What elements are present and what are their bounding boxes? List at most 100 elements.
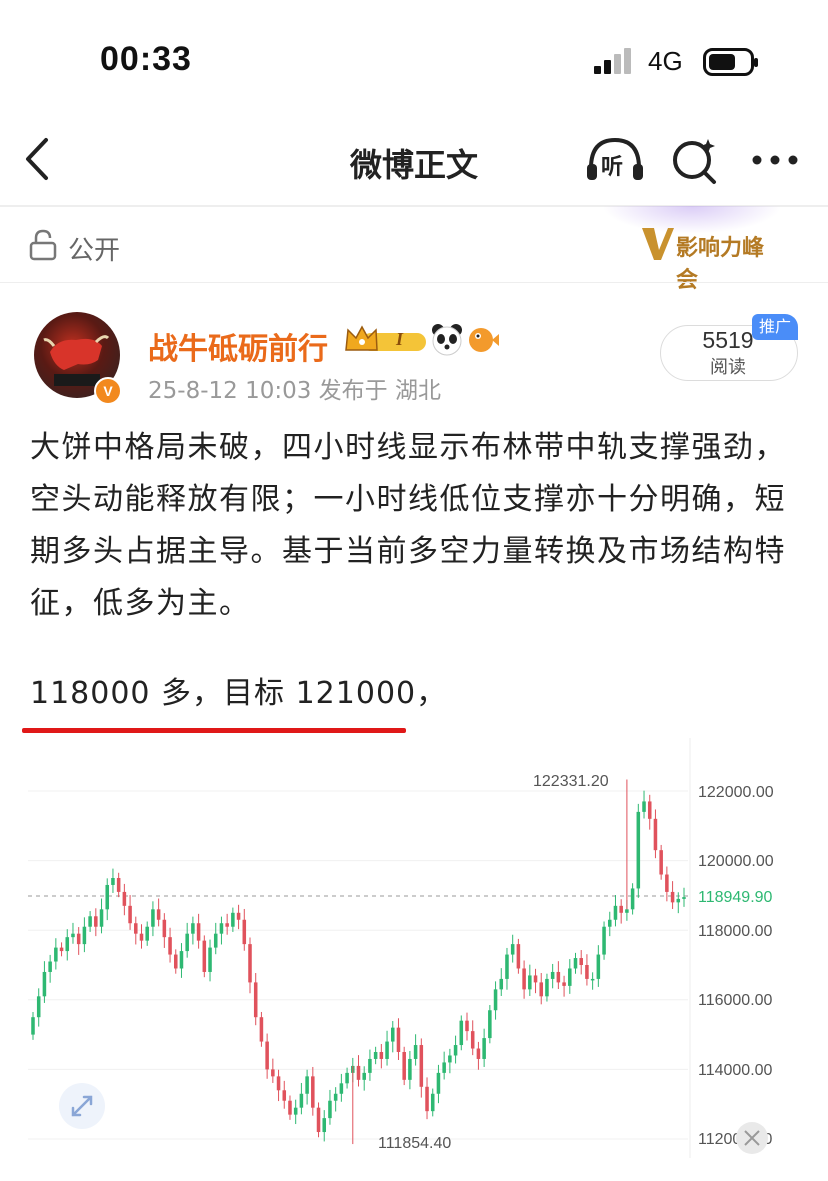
signal-icon bbox=[594, 48, 636, 82]
candle-body bbox=[585, 965, 589, 979]
candle-body bbox=[470, 1031, 475, 1049]
candle-body bbox=[305, 1076, 309, 1094]
candle-body bbox=[362, 1072, 366, 1080]
candle-body bbox=[647, 801, 652, 819]
candle-body bbox=[333, 1093, 338, 1101]
y-tick-label: 114000.00 bbox=[698, 1062, 773, 1079]
status-time: 00:33 bbox=[100, 40, 192, 78]
candle-body bbox=[533, 975, 538, 983]
candle-body bbox=[88, 916, 92, 927]
candle-body bbox=[179, 951, 184, 969]
candle-body bbox=[236, 912, 241, 920]
candle-body bbox=[596, 954, 601, 979]
candle-body bbox=[356, 1065, 361, 1080]
candle-body bbox=[271, 1069, 275, 1077]
candle-body bbox=[168, 937, 172, 955]
candle-body bbox=[191, 923, 195, 934]
candle-body bbox=[105, 884, 110, 910]
candle-body bbox=[111, 878, 115, 885]
y-tick-label: 120000.00 bbox=[698, 853, 774, 870]
candle-body bbox=[139, 933, 144, 941]
read-label: 阅读 bbox=[710, 357, 746, 378]
candle-body bbox=[482, 1038, 486, 1059]
candle-body bbox=[459, 1020, 464, 1046]
more-button[interactable] bbox=[750, 152, 800, 171]
candle-body bbox=[682, 897, 686, 899]
candle-body bbox=[413, 1045, 418, 1059]
post-body: 大饼中格局未破，四小时线显示布林带中轨支撑强劲，空头动能释放有限；一小时线低位支… bbox=[30, 430, 786, 621]
network-type: 4G bbox=[648, 46, 683, 76]
candle-body bbox=[151, 909, 155, 927]
candle-body bbox=[568, 968, 572, 986]
candle-body bbox=[231, 912, 235, 927]
candle-body bbox=[390, 1027, 395, 1042]
crown-icon bbox=[345, 325, 426, 351]
candlestick-chart[interactable]: 122331.20 111854.40 122000.00 120000.00 … bbox=[0, 738, 828, 1168]
pufferfish-icon bbox=[466, 324, 500, 360]
lock-icon bbox=[28, 228, 58, 266]
candle-body bbox=[402, 1052, 406, 1080]
candle-body bbox=[248, 944, 252, 983]
y-tick-label: 122000.00 bbox=[698, 784, 774, 801]
candle-body bbox=[202, 940, 207, 972]
candle-body bbox=[516, 944, 521, 969]
candle-body bbox=[122, 891, 127, 906]
candle-body bbox=[225, 923, 229, 927]
candle-body bbox=[293, 1107, 298, 1115]
candle-body bbox=[65, 937, 70, 952]
candle-body bbox=[636, 811, 641, 889]
candle-body bbox=[539, 982, 544, 997]
listen-label: 听 bbox=[601, 155, 624, 180]
candle-body bbox=[499, 978, 504, 990]
candle-body bbox=[145, 926, 149, 941]
candle-body bbox=[185, 933, 189, 952]
candle-body bbox=[322, 1118, 327, 1133]
candle-body bbox=[311, 1076, 315, 1108]
candle-body bbox=[219, 923, 224, 934]
summit-banner[interactable]: 影响力峰会 bbox=[602, 206, 782, 293]
candle-body bbox=[556, 971, 561, 983]
candle-body bbox=[476, 1048, 481, 1059]
candle-body bbox=[259, 1017, 264, 1042]
candle-body bbox=[156, 909, 161, 920]
member-level: I bbox=[396, 329, 404, 349]
zoom-button[interactable] bbox=[736, 1122, 768, 1154]
candle-body bbox=[425, 1086, 429, 1112]
candle-body bbox=[419, 1045, 424, 1087]
candle-body bbox=[134, 923, 138, 934]
member-badge[interactable]: I bbox=[344, 324, 430, 356]
candle-body bbox=[76, 933, 81, 945]
candle-body bbox=[339, 1083, 344, 1094]
expand-button[interactable] bbox=[59, 1083, 105, 1129]
listen-button[interactable]: 听 bbox=[584, 134, 646, 186]
candle-body bbox=[630, 888, 635, 910]
candle-body bbox=[42, 971, 47, 997]
candle-body bbox=[328, 1100, 332, 1119]
candle-body bbox=[659, 850, 663, 875]
candle-body bbox=[162, 919, 167, 938]
author-name[interactable]: 战牛砥砺前行 bbox=[148, 324, 328, 368]
candle-body bbox=[282, 1090, 287, 1101]
candle-body bbox=[94, 916, 98, 927]
candle-body bbox=[488, 1010, 492, 1039]
more-icon bbox=[752, 155, 798, 165]
candle-body bbox=[208, 947, 212, 972]
candle-body bbox=[288, 1100, 292, 1115]
candle-body bbox=[368, 1058, 372, 1073]
search-button[interactable] bbox=[670, 136, 722, 190]
promo-badge[interactable]: 推广 bbox=[752, 314, 798, 340]
divider bbox=[0, 282, 828, 283]
y-tick-label: 118000.00 bbox=[698, 923, 773, 940]
candle-body bbox=[607, 919, 612, 927]
post-target-line: 118000 多，目标 121000， bbox=[30, 676, 448, 711]
candle-body bbox=[213, 933, 218, 948]
post-meta: 25-8-12 10:03 发布于 湖北 bbox=[148, 378, 441, 404]
candle-body bbox=[54, 947, 58, 962]
candle-body bbox=[510, 944, 515, 955]
candle-body bbox=[71, 933, 75, 938]
candle-body bbox=[625, 909, 629, 913]
verified-badge: V bbox=[94, 377, 122, 405]
candle-body bbox=[522, 968, 526, 990]
candle-body bbox=[562, 982, 566, 986]
candle-body bbox=[379, 1052, 384, 1059]
